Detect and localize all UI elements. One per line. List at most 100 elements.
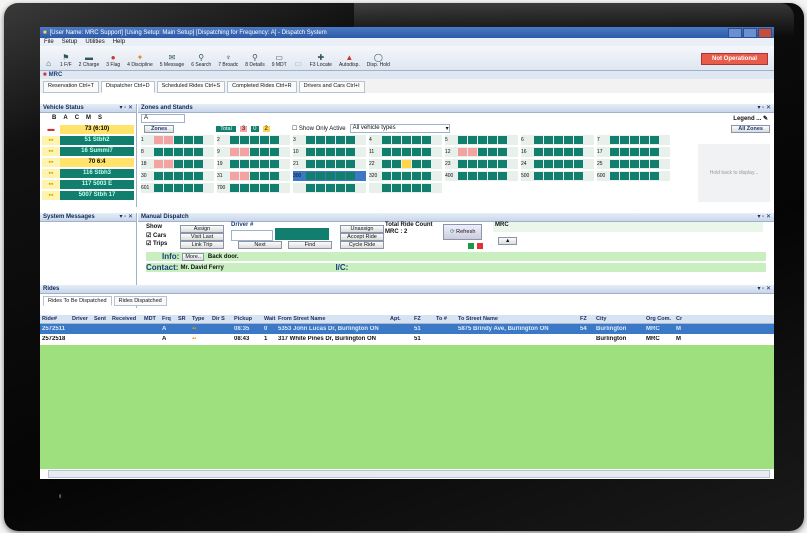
show-cars-checkbox[interactable]: ☑ Cars xyxy=(146,232,166,239)
toolbar-broadcast[interactable]: ♆ 7 Broadc xyxy=(218,53,238,70)
zone-cell[interactable]: 4 xyxy=(369,135,442,145)
column-header[interactable]: Frq xyxy=(160,316,176,322)
toolbar-discipline[interactable]: ✦ 4 Discipline xyxy=(127,53,153,70)
vehicle-row[interactable]: ▬ 73 (6:10) xyxy=(42,124,134,134)
toolbar-ff[interactable]: ⚑ 1 F/F xyxy=(60,53,72,70)
status-column-s[interactable]: S xyxy=(98,115,102,121)
zone-cell[interactable] xyxy=(369,183,442,193)
zone-cell[interactable]: 16 xyxy=(521,147,594,157)
toolbar-dispatch-hold[interactable]: ◯ Disp. Hold xyxy=(367,53,390,70)
zone-cell[interactable]: 400 xyxy=(445,171,518,181)
assign-button[interactable]: Assign xyxy=(180,225,224,233)
toolbar-home[interactable]: ⌂ xyxy=(44,59,53,70)
panel-controls[interactable]: ▾ ▫ ✕ xyxy=(120,213,134,220)
table-row[interactable]: 2572518 A ▪▪ 08:43 1 317 White Pines Dr, Burl… xyxy=(40,334,774,344)
toolbar-flag[interactable]: ● 3 Flag xyxy=(106,53,120,70)
toolbar-locate[interactable]: ✚ F3 Locate xyxy=(310,53,332,70)
zone-cell[interactable]: 6 xyxy=(521,135,594,145)
panel-controls[interactable]: ▾ ▫ ✕ xyxy=(758,213,772,220)
tab-rides-dispatched[interactable]: Rides Dispatched xyxy=(113,296,167,306)
driver-number-input[interactable] xyxy=(231,230,273,241)
column-header[interactable]: Received xyxy=(110,316,142,322)
zone-cell[interactable]: 18 xyxy=(141,159,214,169)
zone-cell[interactable]: 8 xyxy=(141,147,214,157)
column-header[interactable]: Driver xyxy=(70,316,92,322)
column-header[interactable]: Wait xyxy=(262,316,276,322)
menu-utilities[interactable]: Utilities xyxy=(85,39,104,45)
zone-cell[interactable]: 1 xyxy=(141,135,214,145)
column-header[interactable]: FZ xyxy=(412,316,434,322)
panel-controls[interactable]: ▾ ▫ ✕ xyxy=(758,104,772,111)
column-header[interactable]: SR xyxy=(176,316,190,322)
zone-cell[interactable]: 300 xyxy=(293,171,366,181)
column-header[interactable]: Pickup xyxy=(232,316,262,322)
unassign-button[interactable]: Unassign xyxy=(340,225,384,233)
vehicle-row[interactable]: ▪▪ 51 Stbh2 xyxy=(42,135,134,145)
find-button[interactable]: Find xyxy=(288,241,332,249)
table-row[interactable]: 2572511 A ▪▪ 08:35 0 5353 John Lucas Dr, Burl… xyxy=(40,324,774,334)
zone-cell[interactable]: 31 xyxy=(217,171,290,181)
vehicle-row[interactable]: ▪▪ 117 5003 E xyxy=(42,179,134,189)
zone-cell[interactable]: 11 xyxy=(369,147,442,157)
zone-cell[interactable]: 320 xyxy=(369,171,442,181)
zone-cell[interactable] xyxy=(293,183,366,193)
zone-cell[interactable]: 22 xyxy=(369,159,442,169)
zone-cell[interactable]: 9 xyxy=(217,147,290,157)
close-button[interactable] xyxy=(758,27,772,38)
zone-cell[interactable]: 2 xyxy=(217,135,290,145)
column-header[interactable]: To # xyxy=(434,316,456,322)
all-zones-button[interactable]: All Zones xyxy=(731,124,770,133)
tab-drivers-and-cars[interactable]: Drivers and Cars Ctrl+I xyxy=(298,81,365,93)
column-header[interactable]: Dir S xyxy=(210,316,232,322)
vehicle-row[interactable]: ▪▪ 70 6:4 xyxy=(42,157,134,167)
panel-controls[interactable]: ▾ ▫ ✕ xyxy=(120,104,134,111)
column-header[interactable]: City xyxy=(594,316,644,322)
refresh-button[interactable]: ⟳ Refresh xyxy=(443,224,483,240)
show-trips-checkbox[interactable]: ☑ Trips xyxy=(146,240,167,247)
tab-completed-rides[interactable]: Completed Rides Ctrl+R xyxy=(227,81,297,93)
column-header[interactable]: Sent xyxy=(92,316,110,322)
zone-cell[interactable]: 25 xyxy=(597,159,670,169)
toolbar-autodispatch[interactable]: ▲ Autodisp. xyxy=(339,53,360,70)
zone-cell[interactable]: 12 xyxy=(445,147,518,157)
column-header[interactable]: From Street Name xyxy=(276,316,388,322)
toolbar-mdt[interactable]: ▭ 9 MDT xyxy=(272,53,287,70)
vehicle-types-select[interactable]: All vehicle types ▾ xyxy=(349,124,450,133)
next-button[interactable]: Next xyxy=(238,241,282,249)
column-header[interactable]: To Street Name xyxy=(456,316,578,322)
toolbar-details[interactable]: ⚲ 8 Details xyxy=(245,53,264,70)
column-header[interactable]: Apt. xyxy=(388,316,412,322)
horizontal-scrollbar[interactable] xyxy=(48,470,770,478)
zone-cell[interactable]: 30 xyxy=(141,171,214,181)
zone-cell[interactable]: 500 xyxy=(521,171,594,181)
minimize-button[interactable] xyxy=(728,27,742,38)
queue-scroll-up-button[interactable]: ▲ xyxy=(498,237,518,245)
menu-file[interactable]: File xyxy=(44,39,54,45)
zone-cell[interactable]: 3 xyxy=(293,135,366,145)
zone-cell[interactable]: 5 xyxy=(445,135,518,145)
zone-filter-input[interactable]: A xyxy=(141,113,185,123)
menu-setup[interactable]: Setup xyxy=(62,39,78,45)
toolbar-charge[interactable]: ▬ 2 Charge xyxy=(79,53,100,70)
cycle-ride-button[interactable]: Cycle Ride xyxy=(340,241,384,249)
zone-cell[interactable]: 17 xyxy=(597,147,670,157)
zone-cell[interactable]: 24 xyxy=(521,159,594,169)
zone-cell[interactable]: 700 xyxy=(217,183,290,193)
status-column-c[interactable]: C xyxy=(75,115,79,121)
tab-dispatcher[interactable]: Dispatcher Ctrl+D xyxy=(101,81,155,93)
zone-cell[interactable]: 7 xyxy=(597,135,670,145)
zone-cell[interactable]: 600 xyxy=(597,171,670,181)
tab-scheduled-rides[interactable]: Scheduled Rides Ctrl+S xyxy=(156,81,226,93)
status-column-b[interactable]: B xyxy=(52,115,56,121)
zone-cell[interactable]: 601 xyxy=(141,183,214,193)
column-header[interactable]: MDT xyxy=(142,316,160,322)
status-column-m[interactable]: M xyxy=(86,115,91,121)
power-button-icon[interactable]: ◐ xyxy=(58,491,64,502)
legend-link[interactable]: Legend ... ✎ xyxy=(733,115,768,122)
zone-cell[interactable]: 21 xyxy=(293,159,366,169)
menu-help[interactable]: Help xyxy=(113,39,125,45)
status-column-a[interactable]: A xyxy=(63,115,67,121)
zones-button[interactable]: Zones xyxy=(144,124,175,133)
vehicle-row[interactable]: ▪▪ 116 Stbh3 xyxy=(42,168,134,178)
tab-rides-to-be-dispatched[interactable]: Rides To Be Dispatched xyxy=(43,296,112,306)
